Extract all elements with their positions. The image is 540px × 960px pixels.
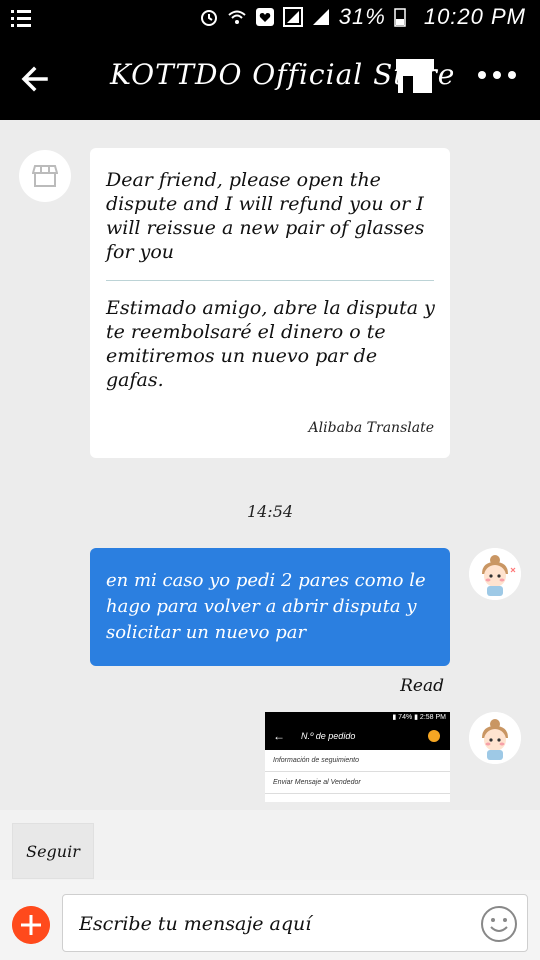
status-bar: 31% 10:20 PM (0, 0, 540, 36)
plus-icon[interactable] (12, 906, 50, 944)
message-text: en mi caso yo pedi 2 pares como le hago … (106, 570, 426, 643)
attachment-title: N.º de pedido (301, 731, 356, 741)
incoming-message[interactable]: Dear friend, please open the dispute and… (90, 148, 450, 458)
composer (0, 880, 540, 960)
signal-icon (282, 7, 303, 27)
message-text-translated: Estimado amigo, abre la disputa y te ree… (106, 297, 435, 391)
store-avatar[interactable] (19, 150, 71, 202)
outgoing-message[interactable]: en mi caso yo pedi 2 pares como le hago … (90, 548, 450, 666)
more-icon[interactable] (477, 66, 517, 84)
alarm-icon (200, 10, 217, 26)
heart-icon (255, 8, 274, 26)
user-avatar-image (469, 712, 521, 764)
message-text-en: Dear friend, please open the dispute and… (106, 169, 425, 263)
attachment-cart-badge (428, 730, 440, 742)
attachment-row: Información de seguimiento (265, 750, 450, 772)
battery-percent: 31% (338, 4, 386, 29)
user-avatar[interactable] (469, 548, 521, 600)
attachment-status-bar: ▮ 74% ▮ 2:58 PM (265, 712, 450, 724)
emoji-icon[interactable] (479, 904, 519, 944)
back-arrow-icon[interactable] (18, 62, 52, 96)
store-icon[interactable] (395, 58, 435, 94)
screenshot-attachment[interactable]: ▮ 74% ▮ 2:58 PM ← N.º de pedido Informac… (265, 712, 450, 802)
user-avatar[interactable] (469, 712, 521, 764)
attachment-back-icon: ← (273, 729, 285, 743)
message-input-box[interactable] (62, 894, 528, 952)
read-receipt: Read (400, 676, 444, 696)
attachment-row: Enviar Mensaje al Vendedor (265, 772, 450, 794)
user-avatar-image (469, 548, 521, 600)
battery-icon (394, 8, 406, 27)
message-timestamp: 14:54 (246, 502, 294, 521)
signal-icon (312, 9, 329, 25)
translation-credit: Alibaba Translate (308, 420, 434, 436)
message-input[interactable] (77, 905, 467, 943)
divider (106, 280, 434, 281)
follow-bar: Seguir (0, 810, 540, 880)
menu-icon (11, 10, 31, 27)
app-bar: KOTTDO Official Store (0, 36, 540, 120)
store-avatar-icon (32, 165, 58, 187)
chat-area[interactable]: Dear friend, please open the dispute and… (0, 120, 540, 810)
wifi-icon (228, 10, 246, 24)
attachment-header: ← N.º de pedido (265, 724, 450, 750)
follow-button[interactable]: Seguir (12, 823, 94, 879)
clock: 10:20 PM (423, 4, 526, 29)
